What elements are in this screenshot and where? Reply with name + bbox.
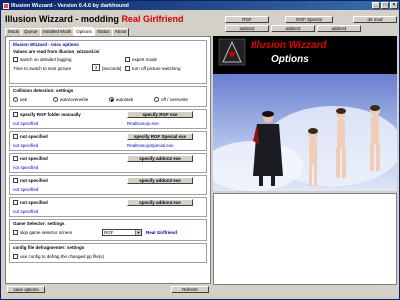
turn-off-switching-checkbox[interactable]: [125, 66, 130, 71]
header-accent: Real Girlfriend: [121, 14, 184, 24]
game-selector-dropdown[interactable]: RGF ▼: [102, 229, 142, 236]
specify-addon2-exe-button[interactable]: specify addon2 exe: [127, 155, 193, 162]
radio-off-overwrite-label: off / overwrite: [161, 97, 188, 102]
rgf-folder-label: specify RGF folder manually: [20, 112, 81, 117]
rgf-special-button[interactable]: RGF Special: [285, 16, 333, 23]
addon2-folder-path: not specified: [13, 165, 39, 170]
specify-addon3-exe-button[interactable]: specify addon3 exe: [127, 177, 193, 184]
preview-title-line1: Illusion Wizzard: [251, 40, 327, 51]
refresh-button[interactable]: Refresh: [171, 286, 209, 293]
addon4-folder-path: not specified: [13, 209, 39, 214]
preview-image: Illusion Wizzard Options: [213, 36, 397, 191]
tab-options[interactable]: Options: [73, 27, 95, 36]
close-button[interactable]: ×: [390, 2, 398, 9]
specify-addon4-exe-button[interactable]: specify addon4 exe: [127, 199, 193, 206]
addon2-button[interactable]: addon2: [225, 25, 269, 32]
turn-off-switching-label: turn off picture switching: [132, 66, 181, 71]
addon2-checkbox[interactable]: [13, 156, 18, 161]
radio-auto-overwrite[interactable]: [53, 97, 58, 102]
addon2-label: not specified: [20, 156, 48, 161]
preview-title-line2: Options: [271, 54, 309, 65]
minimize-button[interactable]: _: [372, 2, 380, 9]
app-icon: [3, 2, 9, 9]
rgf-special-folder-path: not specified: [13, 143, 39, 148]
rgf-folder-path: not specified: [13, 121, 39, 126]
options-panel: Illusion Wizzard - misc options Values a…: [5, 36, 211, 284]
main-window: Illusion Wizzard - Version 0.4.6 by dark…: [0, 0, 400, 300]
tab-bar: Mods Queue installed Mods Options Status…: [5, 27, 130, 36]
skip-selector-label: skip game selector screen: [20, 230, 73, 235]
defrag-label: use config to defrag the changed pp file…: [20, 254, 105, 259]
addon4-checkbox[interactable]: [13, 200, 18, 205]
logging-label: switch on detailed logging: [20, 57, 72, 62]
game-selector-title: Game Selector: settings: [13, 221, 65, 226]
defrag-title: config file defragmenter: settings: [13, 245, 85, 250]
rgf-button[interactable]: RGF: [225, 16, 269, 23]
specify-rgf-special-exe-button[interactable]: specify RGF Special exe: [127, 133, 193, 140]
radio-auto-ask[interactable]: [109, 97, 114, 102]
expert-mode-label: expert mode: [132, 57, 158, 62]
tab-status[interactable]: Status: [93, 28, 113, 36]
game-selector-value: RGF: [104, 230, 114, 235]
seconds-label: [seconds]: [102, 66, 122, 71]
expert-mode-checkbox[interactable]: [125, 57, 130, 62]
tab-queue[interactable]: Queue: [21, 28, 41, 36]
switch-time-label: Time to switch to next picture: [13, 66, 72, 71]
rgf-folder-checkbox[interactable]: [13, 112, 18, 117]
rgf-special-checkbox[interactable]: [13, 134, 18, 139]
radio-off-overwrite[interactable]: [154, 97, 159, 102]
addon3-folder-path: not specified: [13, 187, 39, 192]
save-options-button[interactable]: save options: [7, 286, 45, 293]
title-bar[interactable]: Illusion Wizzard - Version 0.4.6 by dark…: [1, 1, 399, 10]
addon4-button[interactable]: addon4: [317, 25, 361, 32]
defrag-checkbox[interactable]: [13, 254, 18, 259]
description-area[interactable]: [213, 193, 397, 285]
game-selector-name: Real Girlfriend: [146, 230, 178, 235]
logging-checkbox[interactable]: [13, 57, 18, 62]
radio-auto-overwrite-label: auto/overwrite: [60, 97, 89, 102]
addon4-label: not specified: [20, 200, 48, 205]
maximize-button[interactable]: □: [381, 2, 389, 9]
rgf-special-label: not specified: [20, 134, 48, 139]
tab-mods[interactable]: Mods: [5, 28, 23, 36]
switch-time-input[interactable]: 3: [92, 64, 100, 71]
radio-auto-ask-label: auto/ask: [116, 97, 134, 102]
header-prefix: Illusion Wizzard - modding: [5, 14, 119, 24]
rgf-exe-path: RealKanojo.exe: [127, 121, 159, 126]
misc-options-title: Illusion Wizzard - misc options: [13, 42, 79, 47]
window-title: Illusion Wizzard - Version 0.4.6 by dark…: [11, 2, 129, 9]
app-header: Illusion Wizzard - modding Real Girlfrie…: [5, 14, 183, 24]
rgf-special-exe-path: RealKanojoSpecial.exe: [127, 143, 174, 148]
tab-about[interactable]: About: [111, 28, 130, 36]
collision-title: Collision detection: settings: [13, 88, 74, 93]
tab-installed-mods[interactable]: installed Mods: [39, 28, 75, 36]
addon3-button[interactable]: addon3: [271, 25, 315, 32]
radio-ask[interactable]: [13, 97, 18, 102]
addon3-checkbox[interactable]: [13, 178, 18, 183]
radio-ask-label: ask: [20, 97, 28, 102]
specify-rgf-exe-button[interactable]: specify RGF exe: [127, 111, 193, 118]
addon3-label: not specified: [20, 178, 48, 183]
chevron-down-icon: ▼: [135, 230, 141, 235]
skip-selector-checkbox[interactable]: [13, 230, 18, 235]
d4-mod-button[interactable]: d4 mod: [353, 16, 397, 23]
values-read-label: Values are read from illusion_wizzard.in…: [13, 49, 100, 54]
